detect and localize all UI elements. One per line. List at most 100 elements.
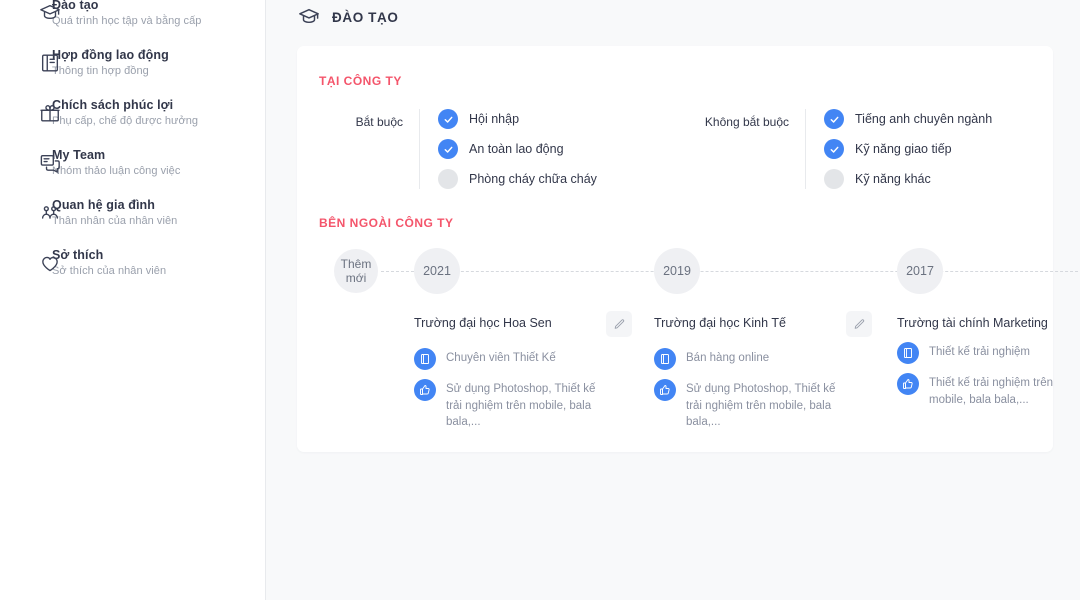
company-section-label: TẠI CÔNG TY xyxy=(319,74,402,88)
sidebar-item-subtitle: Thân nhân của nhân viên xyxy=(52,215,178,227)
graduation-cap-icon xyxy=(39,2,61,24)
outside-section: BÊN NGOÀI CÔNG TY Thêm mới 2021 Trường đại … xyxy=(297,189,1080,428)
timeline-nodes: Thêm mới 2021 Trường đại học Hoa Sen Chuyên … xyxy=(319,248,1053,428)
timeline-entry-body: Trường đại học Hoa Sen Chuyên viên Thiết … xyxy=(414,311,632,431)
thumbs-up-icon xyxy=(897,373,919,395)
timeline-entry-3: 2017 Trường tài chính Marketing Thiết kế t… xyxy=(897,248,1053,406)
timeline-detail-row: Sử dụng Photoshop, Thiết kế trải nghiệm … xyxy=(654,379,872,431)
timeline-add-new-node[interactable]: Thêm mới xyxy=(334,248,378,293)
timeline-school-name: Trường đại học Hoa Sen xyxy=(414,316,552,330)
sidebar-item-1[interactable]: Đào tạo Quá trình học tập và bằng cấp xyxy=(0,0,265,38)
graduation-cap-icon xyxy=(298,6,320,28)
checkbox-group-label: Bắt buộc xyxy=(355,115,403,129)
thumbs-up-icon xyxy=(654,379,676,401)
sidebar-item-subtitle: Phụ cấp, chế độ được hưởng xyxy=(52,115,199,127)
timeline-entry-1: 2021 Trường đại học Hoa Sen Chuyên viên Th… xyxy=(414,248,632,428)
timeline-detail-text: Thiết kế trải nghiệm trên mobile, bala b… xyxy=(929,377,1054,406)
checkbox-option[interactable]: Hội nhập xyxy=(438,109,597,129)
checkbox-list: Hội nhập An toàn lao động Phòng cháy chữa … xyxy=(419,109,597,189)
sidebar-item-5[interactable]: Quan hệ gia đình Thân nhân của nhân viên xyxy=(0,188,265,238)
timeline-year-label: 2021 xyxy=(423,264,451,278)
checkbox-unchecked-icon[interactable] xyxy=(438,169,458,189)
thumbs-up-icon xyxy=(414,379,436,401)
checkbox-option[interactable]: Tiếng anh chuyên ngành xyxy=(824,109,992,129)
checkbox-label: Kỹ năng giao tiếp xyxy=(855,142,952,156)
checkbox-option[interactable]: Kỹ năng giao tiếp xyxy=(824,139,992,159)
outside-section-label: BÊN NGOÀI CÔNG TY xyxy=(319,216,454,230)
checkbox-label: Kỹ năng khác xyxy=(855,172,931,186)
heart-icon xyxy=(39,252,61,274)
timeline-detail-text: Sử dụng Photoshop, Thiết kế trải nghiệm … xyxy=(686,383,836,428)
checkbox-unchecked-icon[interactable] xyxy=(824,169,844,189)
checkbox-checked-icon[interactable] xyxy=(824,139,844,159)
timeline-entry-header: Trường đại học Hoa Sen xyxy=(414,311,632,337)
add-new-circle[interactable]: Thêm mới xyxy=(334,249,378,293)
timeline-detail-list: Bán hàng online Sử dụng Photoshop, Thiết … xyxy=(654,348,872,431)
checkbox-checked-icon[interactable] xyxy=(824,109,844,129)
checkbox-checked-icon[interactable] xyxy=(438,109,458,129)
sidebar-item-title: Quan hệ gia đình xyxy=(52,198,155,212)
app-root: Đào tạo Quá trình học tập và bằng cấp Hợp … xyxy=(0,0,1080,600)
checkbox-label: An toàn lao động xyxy=(469,142,564,156)
sidebar-item-subtitle: Nhóm thảo luận công việc xyxy=(52,165,181,177)
sidebar-item-3[interactable]: Chích sách phúc lợi Phụ cấp, chế độ được … xyxy=(0,88,265,138)
timeline-detail-list: Thiết kế trải nghiệm Thiết kế trải nghiệm… xyxy=(897,342,1080,408)
sidebar-item-text: Hợp đồng lao động Thông tin hợp đồng xyxy=(52,48,169,78)
checkbox-group-2: Không bắt buộc Tiếng anh chuyên ngành Kỹ n… xyxy=(681,109,1041,189)
timeline-detail-text: Thiết kế trải nghiệm xyxy=(929,346,1030,358)
sidebar-item-text: My Team Nhóm thảo luận công việc xyxy=(52,148,180,178)
company-section: TẠI CÔNG TY Bắt buộc Hội nhập An toàn lao … xyxy=(297,46,1053,189)
company-checkbox-columns: Bắt buộc Hội nhập An toàn lao động Phòng ch… xyxy=(319,109,1053,189)
timeline-detail-row: Sử dụng Photoshop, Thiết kế trải nghiệm … xyxy=(414,379,632,431)
training-card: TẠI CÔNG TY Bắt buộc Hội nhập An toàn lao … xyxy=(297,46,1080,452)
timeline-detail-row: Thiết kế trải nghiệm trên mobile, bala b… xyxy=(897,373,1080,408)
timeline-detail-row: Chuyên viên Thiết Kế xyxy=(414,348,632,370)
checkbox-list: Tiếng anh chuyên ngành Kỹ năng giao tiếp K… xyxy=(805,109,992,189)
people-group-icon xyxy=(39,202,61,224)
sidebar-item-subtitle: Thông tin hợp đồng xyxy=(52,65,149,77)
sidebar-item-6[interactable]: Sở thích Sở thích của nhân viên xyxy=(0,238,265,288)
timeline-year-circle[interactable]: 2021 xyxy=(414,248,460,294)
sidebar-item-4[interactable]: My Team Nhóm thảo luận công việc xyxy=(0,138,265,188)
checkbox-group-1: Bắt buộc Hội nhập An toàn lao động Phòng ch… xyxy=(319,109,681,189)
timeline-detail-text: Sử dụng Photoshop, Thiết kế trải nghiệm … xyxy=(446,383,596,428)
sidebar-item-title: Chích sách phúc lợi xyxy=(52,98,174,112)
sidebar-item-title: My Team xyxy=(52,148,106,162)
timeline-detail-row: Thiết kế trải nghiệm xyxy=(897,342,1080,364)
chat-team-icon xyxy=(39,152,61,174)
book-icon xyxy=(414,348,436,370)
timeline-entry-2: 2019 Trường đại học Kinh Tế Bán hàng onlin… xyxy=(654,248,872,428)
sidebar-item-title: Đào tạo xyxy=(52,0,99,12)
checkbox-checked-icon[interactable] xyxy=(438,139,458,159)
checkbox-option[interactable]: Phòng cháy chữa cháy xyxy=(438,169,597,189)
page-title: ĐÀO TẠO xyxy=(332,9,399,25)
sidebar-item-text: Đào tạo Quá trình học tập và bằng cấp xyxy=(52,0,201,28)
checkbox-option[interactable]: An toàn lao động xyxy=(438,139,597,159)
sidebar-nav: Đào tạo Quá trình học tập và bằng cấp Hợp … xyxy=(0,0,265,288)
timeline-school-name: Trường tài chính Marketing xyxy=(897,316,1048,330)
timeline-entry-header: Trường đại học Kinh Tế xyxy=(654,311,872,337)
education-timeline: Thêm mới 2021 Trường đại học Hoa Sen Chuyên … xyxy=(319,248,1080,428)
sidebar-item-title: Hợp đồng lao động xyxy=(52,48,169,62)
timeline-detail-text: Chuyên viên Thiết Kế xyxy=(446,352,556,364)
timeline-detail-row: Bán hàng online xyxy=(654,348,872,370)
sidebar: Đào tạo Quá trình học tập và bằng cấp Hợp … xyxy=(0,0,266,600)
timeline-year-circle[interactable]: 2019 xyxy=(654,248,700,294)
timeline-year-label: 2017 xyxy=(906,264,934,278)
timeline-year-circle[interactable]: 2017 xyxy=(897,248,943,294)
page-header: ĐÀO TẠO xyxy=(266,0,1080,40)
checkbox-label: Phòng cháy chữa cháy xyxy=(469,172,597,186)
sidebar-item-subtitle: Sở thích của nhân viên xyxy=(52,265,167,277)
edit-entry-button[interactable] xyxy=(606,311,632,337)
sidebar-item-text: Chích sách phúc lợi Phụ cấp, chế độ được … xyxy=(52,98,198,128)
gift-icon xyxy=(39,102,61,124)
checkbox-group-label: Không bắt buộc xyxy=(704,115,789,129)
add-new-label: Thêm mới xyxy=(340,257,372,285)
checkbox-option[interactable]: Kỹ năng khác xyxy=(824,169,992,189)
timeline-school-name: Trường đại học Kinh Tế xyxy=(654,316,786,330)
sidebar-item-2[interactable]: Hợp đồng lao động Thông tin hợp đồng xyxy=(0,38,265,88)
timeline-detail-list: Chuyên viên Thiết Kế Sử dụng Photoshop, T… xyxy=(414,348,632,431)
timeline-entry-body: Trường đại học Kinh Tế Bán hàng online Sử … xyxy=(654,311,872,431)
edit-entry-button[interactable] xyxy=(846,311,872,337)
timeline-entry-body: Trường tài chính Marketing Thiết kế trải … xyxy=(897,316,1080,408)
